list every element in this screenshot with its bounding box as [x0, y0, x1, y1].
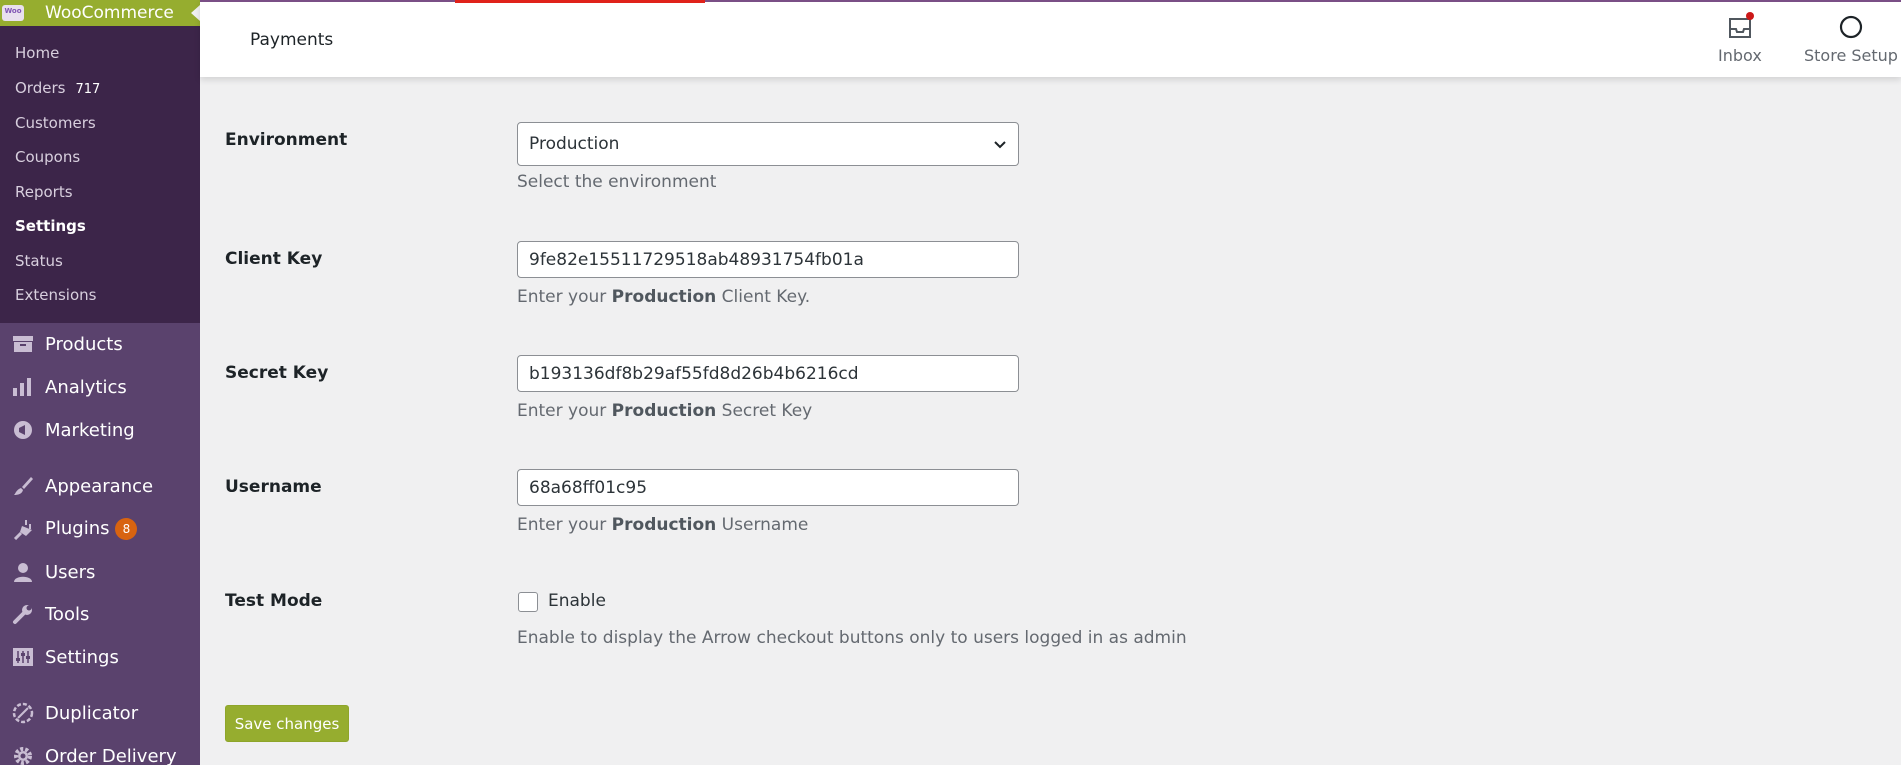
submenu-item-label: Orders: [15, 79, 66, 97]
submenu-item-label: Settings: [15, 217, 86, 235]
current-menu-pointer: [191, 5, 200, 21]
duplicator-icon: [12, 702, 34, 724]
client-key-input[interactable]: 9fe82e15511729518ab48931754fb01a: [517, 241, 1019, 278]
store-setup-button[interactable]: Store Setup: [1804, 14, 1898, 65]
plug-icon: [12, 518, 34, 540]
plugins-update-badge: 8: [115, 518, 138, 540]
sidebar-item-woocommerce[interactable]: Woo WooCommerce: [0, 0, 200, 26]
progress-ring-icon: [1838, 14, 1864, 40]
submenu-item-label: Customers: [15, 114, 96, 132]
environment-select-value: Production: [529, 134, 620, 154]
submenu-item-label: Home: [15, 44, 60, 62]
woocommerce-submenu: Home Orders 717 Customers Coupons Reports…: [0, 26, 200, 323]
page-header: Payments Inbox Store Setup: [200, 0, 1901, 77]
submenu-item-label: Reports: [15, 183, 73, 201]
sidebar-item-settings[interactable]: Settings: [0, 638, 200, 676]
username-value: 68a68ff01c95: [529, 477, 648, 498]
submenu-item-label: Extensions: [15, 286, 97, 304]
sidebar-item-duplicator[interactable]: Duplicator: [0, 694, 200, 732]
submenu-item-label: Coupons: [15, 148, 81, 166]
sidebar-item-tools[interactable]: Tools: [0, 595, 200, 633]
bar-chart-icon: [12, 376, 34, 398]
sidebar-item-label: Duplicator: [45, 702, 139, 724]
secret-key-value: b193136df8b29af55fd8d26b4b6216cd: [529, 363, 859, 384]
sidebar-item-label: Plugins 8: [45, 518, 138, 540]
inbox-label: Inbox: [1718, 46, 1762, 65]
submenu-item-extensions[interactable]: Extensions: [15, 286, 96, 304]
secret-key-label: Secret Key: [225, 363, 329, 383]
archive-icon: [12, 333, 34, 355]
secret-key-input[interactable]: b193136df8b29af55fd8d26b4b6216cd: [517, 355, 1019, 392]
environment-select[interactable]: Production: [517, 122, 1019, 166]
inbox-button[interactable]: Inbox: [1718, 12, 1762, 65]
environment-label: Environment: [225, 130, 348, 150]
admin-sidebar: Woo WooCommerce Home Orders 717 Customers…: [0, 0, 200, 765]
submenu-item-orders[interactable]: Orders 717: [15, 79, 100, 97]
sidebar-item-label: Users: [45, 561, 96, 583]
client-key-value: 9fe82e15511729518ab48931754fb01a: [529, 249, 864, 270]
test-mode-checkbox[interactable]: [518, 592, 538, 612]
sidebar-item-label: Marketing: [45, 419, 135, 441]
sidebar-item-label: WooCommerce: [45, 3, 174, 23]
sidebar-item-label: Appearance: [45, 475, 154, 497]
sidebar-item-users[interactable]: Users: [0, 553, 200, 591]
username-description: Enter your Production Username: [517, 515, 809, 535]
submenu-item-label: Status: [15, 252, 63, 270]
test-mode-checkbox-label[interactable]: Enable: [548, 591, 606, 611]
sliders-icon: [12, 646, 34, 668]
sidebar-item-label: Analytics: [45, 376, 127, 398]
paintbrush-icon: [12, 475, 34, 497]
client-key-description: Enter your Production Client Key.: [517, 287, 811, 307]
save-changes-button[interactable]: Save changes: [225, 705, 349, 742]
orders-count-badge: 717: [75, 82, 101, 97]
user-icon: [12, 561, 34, 583]
client-key-label: Client Key: [225, 249, 323, 269]
sidebar-item-analytics[interactable]: Analytics: [0, 368, 200, 406]
test-mode-description: Enable to display the Arrow checkout but…: [517, 628, 1187, 648]
sidebar-item-appearance[interactable]: Appearance: [0, 467, 200, 505]
submenu-item-coupons[interactable]: Coupons: [15, 148, 80, 166]
test-mode-label: Test Mode: [225, 591, 323, 611]
megaphone-icon: [12, 419, 34, 441]
sidebar-item-products[interactable]: Products: [0, 325, 200, 363]
page-title: Payments: [250, 30, 334, 50]
gear-icon: [12, 745, 34, 765]
loading-indicator: [455, 0, 705, 3]
store-setup-label: Store Setup: [1804, 46, 1898, 65]
sidebar-item-marketing[interactable]: Marketing: [0, 411, 200, 449]
chevron-down-icon: [994, 141, 1006, 149]
notification-dot: [1745, 12, 1754, 20]
submenu-item-customers[interactable]: Customers: [15, 114, 96, 132]
submenu-item-settings[interactable]: Settings: [15, 217, 86, 235]
username-label: Username: [225, 477, 322, 497]
secret-key-description: Enter your Production Secret Key: [517, 401, 813, 421]
submenu-item-status[interactable]: Status: [15, 252, 63, 270]
sidebar-item-plugins[interactable]: Plugins 8: [0, 510, 200, 548]
wrench-icon: [12, 603, 34, 625]
woocommerce-logo-icon: Woo: [2, 5, 24, 21]
sidebar-item-label: Order Delivery: [45, 745, 177, 765]
submenu-item-home[interactable]: Home: [15, 44, 59, 62]
sidebar-item-label: Tools: [45, 603, 90, 625]
submenu-item-reports[interactable]: Reports: [15, 183, 73, 201]
username-input[interactable]: 68a68ff01c95: [517, 469, 1019, 506]
inbox-icon: [1727, 12, 1754, 40]
sidebar-item-label: Settings: [45, 646, 119, 668]
environment-description: Select the environment: [517, 172, 717, 192]
sidebar-item-order-delivery[interactable]: Order Delivery: [0, 737, 200, 765]
sidebar-item-label: Products: [45, 333, 123, 355]
